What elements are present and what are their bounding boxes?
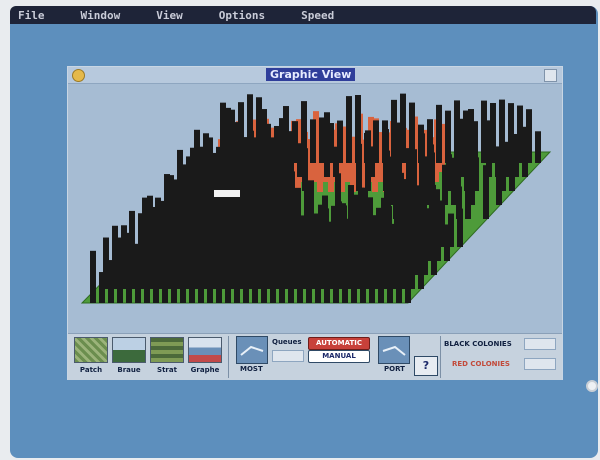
black-colony-bar: [256, 97, 262, 163]
black-colony-bar: [310, 119, 316, 163]
black-colony-bar: [355, 95, 361, 163]
menu-view[interactable]: View: [156, 9, 183, 22]
ant-left-icon: [240, 345, 264, 356]
most-button-label: MOST: [240, 365, 263, 373]
patch-tool-label: Patch: [79, 366, 103, 374]
patch-grid-icon: [74, 337, 108, 363]
black-colony-bar: [129, 210, 135, 261]
depth-gadget-icon[interactable]: [544, 69, 557, 82]
black-colony-bar: [207, 137, 213, 177]
black-colony-bar: [499, 99, 505, 163]
black-colony-bar: [194, 129, 200, 191]
black-colony-bar: [322, 195, 328, 247]
red-colonies-label: RED COLONIES: [452, 360, 510, 368]
black-colonies-label: BLACK COLONIES: [444, 340, 512, 348]
strat-tool-button[interactable]: Strat: [150, 337, 184, 377]
close-gadget-icon[interactable]: [72, 69, 85, 82]
monitor-knob-icon: [586, 380, 598, 392]
queues-label: Queues: [272, 338, 302, 346]
menu-options[interactable]: Options: [219, 9, 265, 22]
black-colony-bar: [335, 173, 341, 233]
black-colony-bar: [373, 120, 379, 163]
black-colony-bar: [103, 237, 109, 289]
black-colony-bar: [155, 197, 161, 233]
most-button[interactable]: [236, 336, 268, 364]
black-colony-bar: [319, 117, 325, 163]
black-colony-bar: [247, 94, 253, 163]
graphe-tool-button[interactable]: Graphe: [188, 337, 222, 377]
braue-tool-label: Braue: [117, 366, 141, 374]
black-colony-bar: [463, 110, 469, 163]
black-colony-bar: [508, 103, 514, 163]
black-colony-bar: [481, 100, 487, 163]
menu-bar: File Window View Options Speed: [10, 6, 596, 24]
ant-right-icon: [382, 345, 406, 356]
queues-field[interactable]: [272, 350, 304, 362]
toolbar-divider-right: [440, 336, 441, 378]
black-colony-bar: [418, 124, 424, 163]
toolbar-divider: [228, 336, 229, 378]
black-colony-bar: [454, 100, 460, 163]
black-colony-bar: [376, 207, 382, 247]
window-title: Graphic View: [266, 68, 356, 81]
queen-marker: [214, 190, 240, 197]
black-colony-bar: [364, 132, 370, 163]
black-colony-bar: [90, 250, 96, 303]
black-colony-bar: [490, 102, 496, 163]
black-colony-bar: [283, 106, 289, 163]
black-colony-bar: [409, 102, 415, 163]
graphic-view-window: Graphic View Patch Braue Strat Graphe MO…: [67, 66, 563, 380]
window-titlebar[interactable]: Graphic View: [68, 67, 562, 84]
braue-tool-button[interactable]: Braue: [112, 337, 146, 377]
black-colony-bar: [116, 237, 122, 275]
black-colony-bar: [427, 119, 433, 163]
black-colony-bar: [526, 109, 532, 163]
patch-tool-button[interactable]: Patch: [74, 337, 108, 377]
help-button[interactable]: ?: [414, 356, 438, 376]
black-colony-bar: [472, 121, 478, 163]
wave-icon: [112, 337, 146, 363]
black-colony-bar: [238, 102, 244, 163]
automatic-mode-button[interactable]: AUTOMATIC: [308, 337, 370, 350]
black-colony-bar: [382, 120, 388, 163]
black-colony-bar: [142, 197, 148, 247]
graph-picture-icon: [188, 337, 222, 363]
black-colony-bar: [348, 185, 354, 219]
black-colony-bar: [229, 109, 235, 163]
strat-tool-label: Strat: [157, 366, 177, 374]
port-button-label: PORT: [384, 365, 405, 373]
black-colony-bar: [274, 125, 280, 163]
black-colony-bar: [292, 121, 298, 163]
bottom-toolbar: Patch Braue Strat Graphe MOST Queues AUT…: [68, 333, 562, 380]
black-colony-bar: [362, 187, 368, 233]
menu-window[interactable]: Window: [81, 9, 121, 22]
black-colony-bar: [535, 131, 541, 163]
black-colony-bar: [337, 120, 343, 163]
black-colony-bar: [168, 175, 174, 219]
strata-icon: [150, 337, 184, 363]
black-colony-bar: [448, 213, 454, 247]
port-button[interactable]: [378, 336, 410, 364]
black-colony-bar: [346, 96, 352, 163]
black-colony-bar: [220, 102, 226, 163]
manual-mode-button[interactable]: MANUAL: [308, 350, 370, 363]
black-colony-bar: [301, 101, 307, 163]
black-colony-bar: [328, 123, 334, 163]
black-colonies-value: [524, 338, 556, 350]
graphe-tool-label: Graphe: [190, 366, 220, 374]
red-colonies-value: [524, 358, 556, 370]
black-colony-bar: [391, 99, 397, 163]
black-colony-bar: [400, 93, 406, 163]
black-colony-bar: [517, 105, 523, 163]
menu-file[interactable]: File: [18, 9, 45, 22]
black-colony-bar: [308, 180, 314, 233]
black-colony-bar: [181, 169, 187, 205]
black-colony-bar: [436, 104, 442, 163]
black-colony-bar: [265, 123, 271, 163]
black-colony-bar: [445, 110, 451, 163]
menu-speed[interactable]: Speed: [301, 9, 334, 22]
colony-3d-view: [68, 84, 562, 333]
